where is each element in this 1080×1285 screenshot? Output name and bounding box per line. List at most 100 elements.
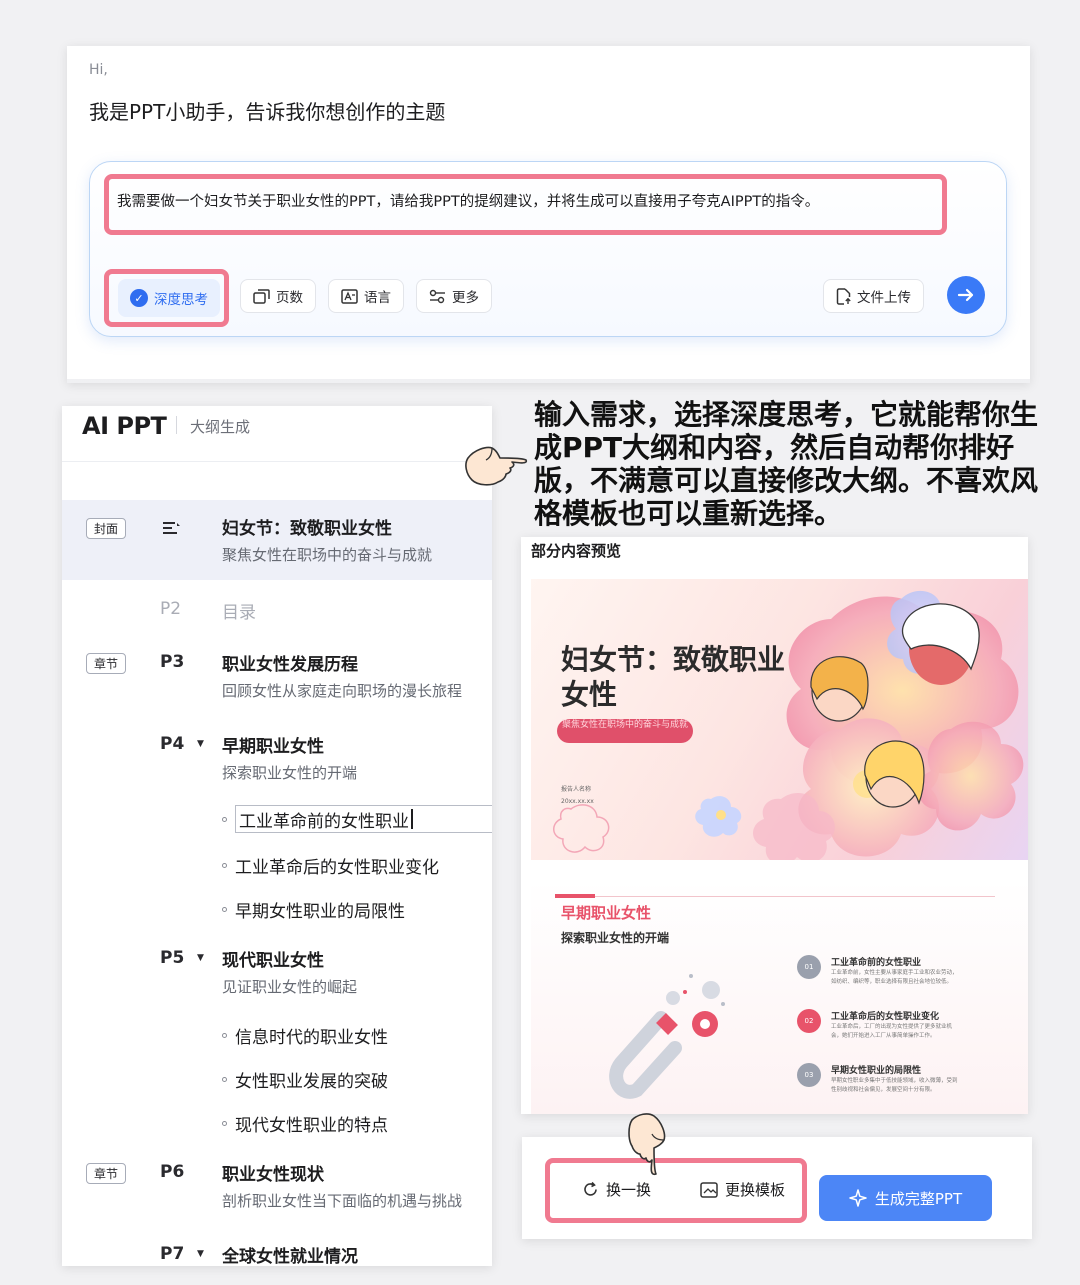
outline-subtitle[interactable]: 见证职业女性的崛起 [222, 976, 357, 997]
outline-item-p2[interactable]: P2 目录 [62, 596, 492, 626]
greeting: Hi, [89, 62, 108, 78]
outline-item-p6[interactable]: 章节 P6 职业女性现状 剖析职业女性当下面临的机遇与挑战 [62, 1156, 492, 1216]
item-number: 01 [797, 955, 821, 979]
outline-bullet-editing[interactable]: 工业革命前的女性职业 [222, 805, 492, 833]
bullet-text[interactable]: 工业革命前的女性职业 [239, 807, 409, 832]
cover-subtitle[interactable]: 聚焦女性在职场中的奋斗与成就 [222, 544, 432, 565]
bullet-dot [222, 1033, 227, 1038]
outline-subtitle[interactable]: 回顾女性从家庭走向职场的漫长旅程 [222, 680, 462, 701]
outline-item-p4[interactable]: P4 ▼ 早期职业女性 探索职业女性的开端 [62, 728, 492, 788]
slide-preview-content[interactable]: 早期职业女性 探索职业女性的开端 01 工业革命前的女性职业 工业革命前，女性主… [531, 880, 1028, 1114]
prompt-input-box[interactable]: 我需要做一个妇女节关于职业女性的PPT，请给我PPT的提纲建议，并将生成可以直接… [89, 161, 1007, 337]
chapter-tag: 章节 [86, 653, 126, 674]
text-cursor [411, 809, 413, 829]
slide-accent-bar [555, 894, 595, 898]
sparkle-icon [849, 1189, 867, 1207]
generate-label: 生成完整PPT [874, 1189, 963, 1208]
shuffle-label: 换一换 [606, 1181, 652, 1199]
deep-think-label: 深度思考 [154, 292, 208, 308]
prompt-input-text[interactable]: 我需要做一个妇女节关于职业女性的PPT，请给我PPT的提纲建议，并将生成可以直接… [117, 190, 819, 211]
send-button[interactable] [947, 276, 985, 314]
prompt-card: Hi, 我是PPT小助手，告诉我你想创作的主题 我需要做一个妇女节关于职业女性的… [67, 46, 1030, 383]
cover-tag: 封面 [86, 518, 126, 539]
language-button[interactable]: 语言 [328, 279, 404, 313]
page-number: P4 [160, 734, 185, 754]
pointing-hand-icon [628, 1113, 666, 1176]
slide-presenter: 报告人名称 [561, 786, 592, 793]
outline-list-icon [163, 522, 180, 534]
pages-button[interactable]: 页数 [240, 279, 316, 313]
page-number: P7 [160, 1244, 185, 1264]
outline-bullet[interactable]: 女性职业发展的突破 [222, 1067, 388, 1092]
outline-item-p3[interactable]: 章节 P3 职业女性发展历程 回顾女性从家庭走向职场的漫长旅程 [62, 646, 492, 706]
file-upload-button[interactable]: 文件上传 [823, 279, 924, 313]
bullet-dot [222, 1121, 227, 1126]
caret-down-icon[interactable]: ▼ [197, 1249, 204, 1259]
prompt-title: 我是PPT小助手，告诉我你想创作的主题 [89, 100, 446, 124]
outline-item-p7[interactable]: P7 ▼ 全球女性就业情况 [62, 1238, 492, 1266]
file-upload-label: 文件上传 [857, 290, 911, 306]
outline-header: AI PPT 大纲生成 [62, 406, 492, 462]
outline-title[interactable]: 现代职业女性 [222, 946, 324, 971]
divider [67, 379, 1030, 383]
annotation-text: 输入需求，选择深度思考，它就能帮你生成PPT大纲和内容，然后自动帮你排好版，不满… [534, 398, 1039, 530]
slide-preview-cover[interactable]: 妇女节：致敬职业女性 聚焦女性在职场中的奋斗与成就 报告人名称 20xx.xx.x… [531, 579, 1028, 860]
upload-file-icon [836, 287, 851, 305]
outline-header-title: 大纲生成 [190, 418, 251, 436]
change-template-button[interactable]: 更换模板 [700, 1179, 785, 1200]
outline-subtitle[interactable]: 探索职业女性的开端 [222, 762, 357, 783]
outline-bullet[interactable]: 工业革命后的女性职业变化 [222, 853, 439, 878]
caret-down-icon[interactable]: ▼ [197, 953, 204, 963]
outline-bullet[interactable]: 早期女性职业的局限性 [222, 897, 405, 922]
bullet-edit-input[interactable]: 工业革命前的女性职业 [235, 805, 492, 833]
pages-icon [253, 288, 270, 304]
shuffle-button[interactable]: 换一换 [582, 1179, 651, 1200]
preview-panel: 部分内容预览 妇女节：致敬职业女性 聚焦女性在职场中的奋斗与成就 报告人名称 2… [521, 537, 1028, 1114]
page-number: P2 [160, 599, 182, 619]
outline-title[interactable]: 早期职业女性 [222, 732, 324, 757]
magnet-illustration [609, 974, 725, 1099]
outline-panel: AI PPT 大纲生成 封面 妇女节：致敬职业女性 聚焦女性在职场中的奋斗与成就… [62, 406, 492, 1266]
refresh-icon [584, 1181, 597, 1196]
outline-item-p5[interactable]: P5 ▼ 现代职业女性 见证职业女性的崛起 [62, 942, 492, 1002]
template-icon [700, 1181, 718, 1198]
item-text: 工业革命后，工厂的出现为女性提供了更多就业机会，她们开始进入工厂从事简单操作工作… [831, 1024, 953, 1039]
outline-title[interactable]: 职业女性发展历程 [222, 650, 358, 675]
arrow-right-icon [957, 288, 974, 302]
pages-label: 页数 [276, 290, 303, 306]
slide-date: 20xx.xx.xx [561, 798, 594, 805]
bullet-text[interactable]: 早期女性职业的局限性 [235, 897, 405, 922]
outline-title[interactable]: 目录 [222, 598, 256, 623]
bullet-text[interactable]: 工业革命后的女性职业变化 [235, 853, 439, 878]
outline-item-cover[interactable]: 封面 妇女节：致敬职业女性 聚焦女性在职场中的奋斗与成就 [62, 500, 492, 580]
outline-title[interactable]: 职业女性现状 [222, 1160, 324, 1185]
bullet-text[interactable]: 信息时代的职业女性 [235, 1023, 388, 1048]
bullet-text[interactable]: 女性职业发展的突破 [235, 1067, 388, 1092]
highlight-frame: 我需要做一个妇女节关于职业女性的PPT，请给我PPT的提纲建议，并将生成可以直接… [104, 174, 947, 235]
caret-down-icon[interactable]: ▼ [197, 739, 204, 749]
outline-title[interactable]: 全球女性就业情况 [222, 1242, 358, 1266]
preview-title: 部分内容预览 [531, 542, 622, 560]
slide-meta: 报告人名称 20xx.xx.xx [561, 784, 594, 808]
pointing-hand-icon [465, 446, 528, 486]
action-panel: 换一换 更换模板 生成完整PPT [522, 1137, 1032, 1239]
cover-title[interactable]: 妇女节：致敬职业女性 [222, 514, 392, 539]
item-title: 工业革命后的女性职业变化 [831, 1012, 940, 1022]
change-template-label: 更换模板 [725, 1181, 786, 1199]
bullet-text[interactable]: 现代女性职业的特点 [235, 1111, 388, 1136]
divider [595, 896, 995, 897]
outline-subtitle[interactable]: 剖析职业女性当下面临的机遇与挑战 [222, 1190, 462, 1211]
more-button[interactable]: 更多 [416, 279, 492, 313]
item-text: 早期女性职业多集中于低技能领域，收入微薄，受到性别歧视和社会偏见，发展空间十分有… [831, 1078, 958, 1093]
language-icon [341, 288, 358, 304]
deep-think-button[interactable]: ✓ 深度思考 [118, 279, 220, 317]
outline-bullet[interactable]: 现代女性职业的特点 [222, 1111, 388, 1136]
page-number: P6 [160, 1162, 185, 1182]
item-text: 工业革命前，女性主要从事家庭手工业和农业劳动，如纺织、编织等，职业选择有限且社会… [831, 970, 958, 985]
outline-bullet[interactable]: 信息时代的职业女性 [222, 1023, 388, 1048]
bullet-dot [222, 863, 227, 868]
highlight-frame: ✓ 深度思考 [104, 269, 229, 327]
page-number: P5 [160, 948, 185, 968]
item-title: 早期女性职业的局限性 [831, 1066, 922, 1076]
generate-ppt-button[interactable]: 生成完整PPT [819, 1175, 992, 1221]
